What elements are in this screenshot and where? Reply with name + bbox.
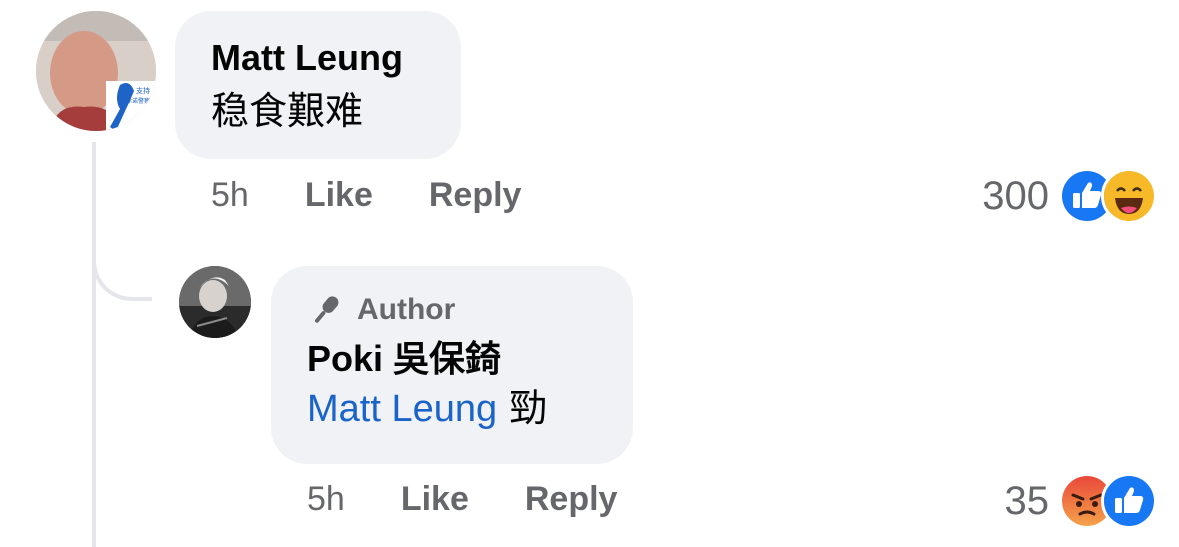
avatar-photo: 支持 休诺警察	[36, 11, 156, 131]
comment-actions: 5h Like Reply	[211, 176, 577, 215]
reaction-count: 300	[982, 173, 1049, 218]
microphone-icon	[315, 296, 339, 323]
reply-button[interactable]: Reply	[429, 176, 522, 215]
reply-reply-button[interactable]: Reply	[525, 480, 618, 519]
reply-author[interactable]: Poki 吳保錡	[307, 338, 633, 380]
svg-text:休诺警察: 休诺警察	[126, 97, 150, 105]
comment-bubble: Matt Leung 稳食艱难	[175, 11, 461, 159]
comment-timestamp[interactable]: 5h	[211, 176, 249, 215]
author-badge: Author	[307, 292, 633, 328]
reply-reaction-summary[interactable]: 35	[1004, 473, 1157, 529]
reply-bubble: Author Poki 吳保錡 Matt Leung 勁	[271, 266, 633, 464]
avatar[interactable]: 支持 休诺警察	[36, 11, 156, 131]
thread-line	[92, 142, 96, 547]
like-button[interactable]: Like	[305, 176, 373, 215]
reaction-summary[interactable]: 300	[982, 168, 1157, 224]
reply-avatar[interactable]	[179, 266, 251, 338]
comment-author[interactable]: Matt Leung	[211, 37, 461, 79]
thread-connector	[92, 255, 152, 301]
reply-timestamp[interactable]: 5h	[307, 480, 345, 519]
like-icon	[1101, 473, 1157, 529]
reply-reaction-count: 35	[1004, 478, 1050, 523]
reply-avatar-photo	[179, 266, 251, 338]
comment-text: 稳食艱难	[211, 89, 364, 133]
author-badge-label: Author	[357, 293, 456, 326]
reply-like-button[interactable]: Like	[401, 480, 469, 519]
reply-actions: 5h Like Reply	[307, 480, 673, 519]
reply-message: 勁	[509, 386, 548, 430]
mention-link[interactable]: Matt Leung	[307, 388, 497, 430]
haha-icon	[1101, 168, 1157, 224]
reply-text: Matt Leung 勁	[307, 384, 633, 433]
svg-text:支持: 支持	[136, 86, 150, 95]
